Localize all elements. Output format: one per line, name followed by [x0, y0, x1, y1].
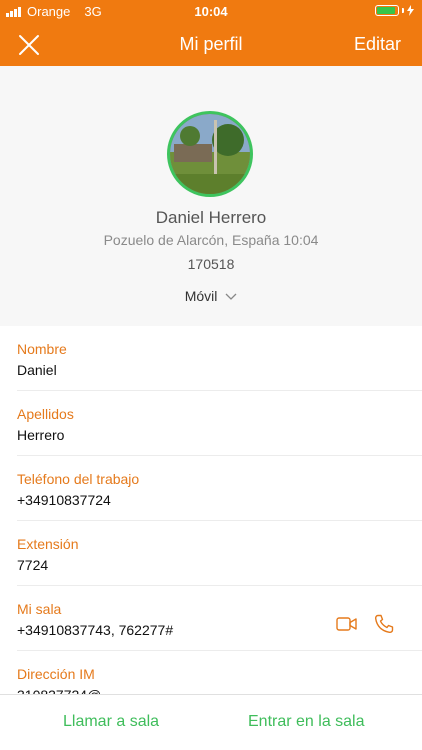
field-extension: Extensión 7724: [0, 521, 422, 586]
field-value: +34910837743, 762277#: [17, 622, 174, 638]
field-value: Herrero: [17, 427, 65, 443]
field-label: Dirección IM: [17, 666, 95, 682]
device-selector[interactable]: Móvil: [0, 288, 422, 304]
field-value: 7724: [17, 557, 49, 573]
device-label: Móvil: [184, 288, 218, 304]
edit-button[interactable]: Editar: [354, 34, 401, 55]
field-apellidos: Apellidos Herrero: [0, 391, 422, 456]
field-nombre: Nombre Daniel: [0, 326, 422, 391]
field-value[interactable]: +34910837724: [17, 492, 111, 508]
status-time: 10:04: [194, 4, 228, 19]
top-bar: Orange 3G 10:04 Mi perfil Editar: [0, 0, 422, 66]
phone-icon[interactable]: [374, 614, 394, 634]
field-mi-sala: Mi sala +34910837743, 762277#: [0, 586, 422, 651]
status-bar: Orange 3G 10:04: [0, 0, 422, 22]
field-work-phone[interactable]: Teléfono del trabajo +34910837724: [0, 456, 422, 521]
field-label: Mi sala: [17, 601, 62, 617]
nav-bar: Mi perfil Editar: [0, 22, 422, 66]
video-icon[interactable]: [336, 616, 358, 632]
field-label: Extensión: [17, 536, 79, 552]
profile-location: Pozuelo de Alarcón, España 10:04: [103, 232, 319, 248]
field-label: Nombre: [17, 341, 67, 357]
bottom-action-bar: Llamar a sala Entrar en la sala: [0, 694, 422, 750]
call-room-button[interactable]: Llamar a sala: [63, 713, 159, 731]
profile-extension: 170518: [187, 256, 235, 272]
chevron-down-icon: [225, 293, 237, 301]
charging-icon: [407, 5, 414, 16]
avatar-photo: [170, 114, 250, 194]
field-value: Daniel: [17, 362, 57, 378]
profile-name: Daniel Herrero: [155, 208, 267, 227]
battery-icon: [375, 5, 414, 16]
enter-room-button[interactable]: Entrar en la sala: [248, 713, 365, 731]
field-label: Teléfono del trabajo: [17, 471, 140, 487]
profile-header: Daniel Herrero Pozuelo de Alarcón, Españ…: [0, 66, 422, 326]
avatar[interactable]: [167, 111, 253, 197]
field-label: Apellidos: [17, 406, 74, 422]
